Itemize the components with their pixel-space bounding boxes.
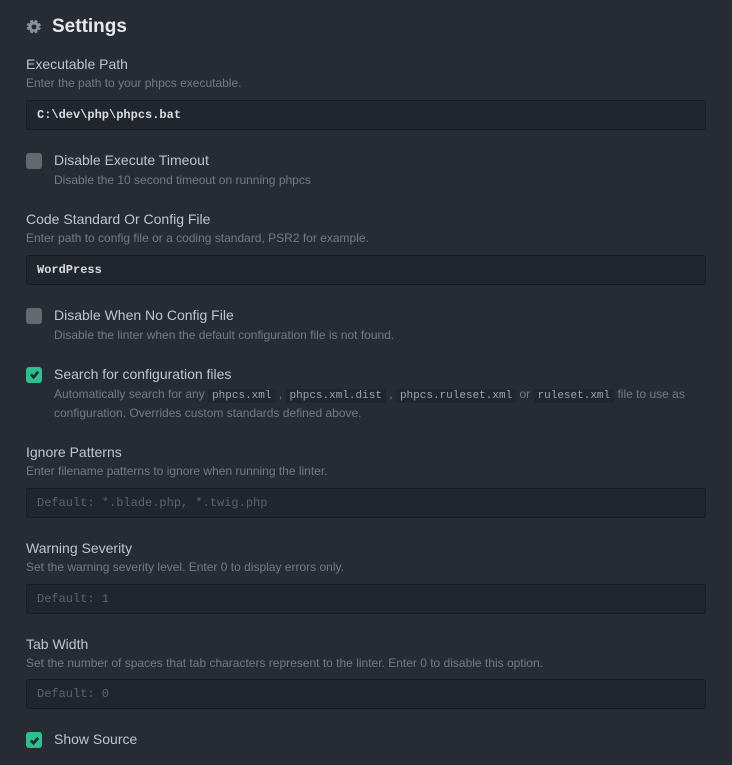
ignore-patterns-input[interactable] bbox=[26, 488, 706, 518]
show-source-checkbox[interactable] bbox=[26, 732, 42, 748]
setting-desc: Enter path to config file or a coding st… bbox=[26, 230, 706, 247]
check-icon bbox=[29, 369, 40, 380]
setting-title: Disable Execute Timeout bbox=[54, 152, 706, 168]
setting-title: Show Source bbox=[54, 731, 706, 747]
setting-executable-path: Executable Path Enter the path to your p… bbox=[26, 56, 706, 130]
setting-title: Tab Width bbox=[26, 636, 706, 652]
disable-timeout-checkbox[interactable] bbox=[26, 153, 42, 169]
check-icon bbox=[29, 735, 40, 746]
setting-desc: Disable the 10 second timeout on running… bbox=[54, 171, 706, 189]
setting-title: Code Standard Or Config File bbox=[26, 211, 706, 227]
setting-title: Warning Severity bbox=[26, 540, 706, 556]
code-token: phpcs.xml bbox=[208, 389, 275, 403]
settings-header: Settings bbox=[26, 16, 706, 38]
setting-desc: Enter the path to your phpcs executable. bbox=[26, 75, 706, 92]
code-token: phpcs.ruleset.xml bbox=[396, 389, 516, 403]
disable-no-config-checkbox[interactable] bbox=[26, 308, 42, 324]
setting-title: Disable When No Config File bbox=[54, 307, 706, 323]
setting-desc: Disable the linter when the default conf… bbox=[54, 326, 706, 344]
tab-width-input[interactable] bbox=[26, 679, 706, 709]
search-config-checkbox[interactable] bbox=[26, 367, 42, 383]
setting-search-config: Search for configuration files Automatic… bbox=[26, 366, 706, 423]
setting-desc: Enter filename patterns to ignore when r… bbox=[26, 463, 706, 480]
warning-severity-input[interactable] bbox=[26, 584, 706, 614]
setting-desc: Set the number of spaces that tab charac… bbox=[26, 655, 706, 672]
executable-path-input[interactable] bbox=[26, 100, 706, 130]
setting-tab-width: Tab Width Set the number of spaces that … bbox=[26, 636, 706, 710]
settings-panel: Settings Executable Path Enter the path … bbox=[0, 0, 732, 765]
setting-title: Executable Path bbox=[26, 56, 706, 72]
code-token: ruleset.xml bbox=[534, 389, 615, 403]
setting-warning-severity: Warning Severity Set the warning severit… bbox=[26, 540, 706, 614]
setting-code-standard: Code Standard Or Config File Enter path … bbox=[26, 211, 706, 285]
setting-disable-no-config: Disable When No Config File Disable the … bbox=[26, 307, 706, 344]
setting-desc: Automatically search for any phpcs.xml ,… bbox=[54, 385, 706, 423]
setting-ignore-patterns: Ignore Patterns Enter filename patterns … bbox=[26, 444, 706, 518]
gear-icon bbox=[26, 19, 42, 35]
code-token: phpcs.xml.dist bbox=[286, 389, 386, 403]
setting-show-source: Show Source bbox=[26, 731, 706, 750]
setting-desc: Set the warning severity level. Enter 0 … bbox=[26, 559, 706, 576]
setting-title: Ignore Patterns bbox=[26, 444, 706, 460]
setting-title: Search for configuration files bbox=[54, 366, 706, 382]
page-title: Settings bbox=[52, 16, 127, 38]
setting-disable-timeout: Disable Execute Timeout Disable the 10 s… bbox=[26, 152, 706, 189]
code-standard-input[interactable] bbox=[26, 255, 706, 285]
